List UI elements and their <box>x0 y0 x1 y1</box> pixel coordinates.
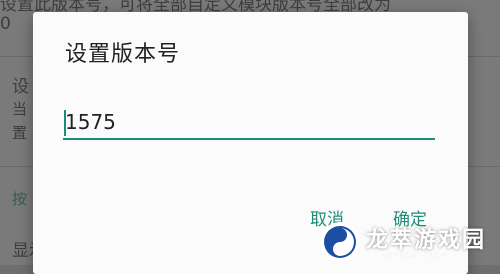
watermark-subtext: LONGCUI TECH <box>382 251 447 259</box>
text-cursor <box>64 110 66 136</box>
watermark-logo-icon <box>320 222 360 262</box>
setting-title: 设 <box>12 77 29 97</box>
setting-summary: 当 <box>12 100 28 118</box>
setting-summary-2: 置 <box>12 124 28 142</box>
version-number-input[interactable] <box>63 106 435 140</box>
section-header: 按 <box>12 190 28 208</box>
dialog-title: 设置版本号 <box>65 42 181 67</box>
background-description-line-2: 0 <box>0 14 11 34</box>
watermark-text: 龙萃游戏园 <box>366 228 487 253</box>
